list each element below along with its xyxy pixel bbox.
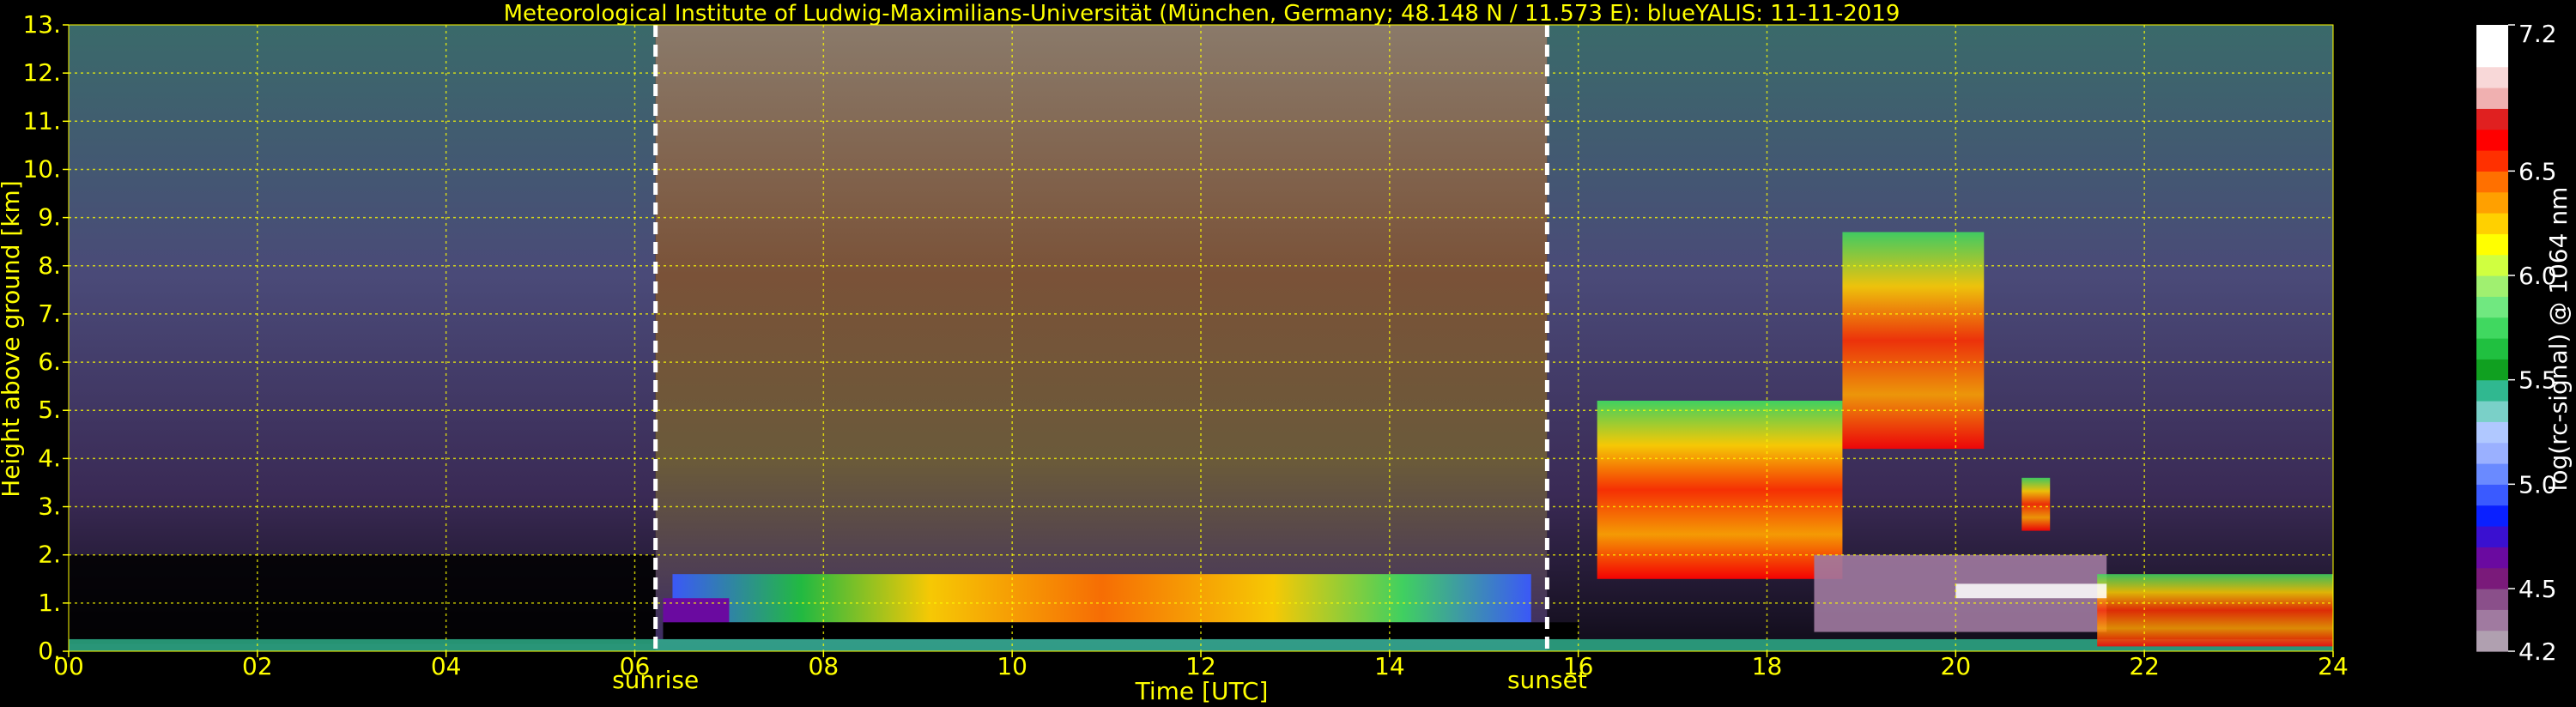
y-tick-label: 7.: [38, 299, 61, 328]
colorbar-segment: [2476, 484, 2508, 506]
colorbar-tick-label: 7.2: [2518, 20, 2557, 48]
x-tick-label: 18: [1752, 652, 1783, 680]
y-tick-label: 11.: [22, 106, 61, 135]
cloud-patch: [2021, 477, 2051, 531]
y-tick-label: 8.: [38, 251, 61, 280]
x-tick-label: 08: [809, 652, 839, 680]
colorbar-tick-label: 6.5: [2518, 157, 2557, 185]
colorbar-segment: [2476, 25, 2508, 46]
cloud-layer-2: [1842, 232, 1985, 450]
x-tick-label: 24: [2318, 652, 2349, 680]
y-tick-label: 4.: [38, 444, 61, 472]
thin-layer: [1955, 583, 2107, 599]
late-low-cloud: [2097, 574, 2333, 647]
cloud-layer-1: [1597, 401, 1843, 579]
colorbar-segment: [2476, 547, 2508, 569]
y-axis: 0. 1. 2. 3. 4. 5. 6. 7. 8. 9. 10. 11. 12. 13.: [22, 10, 69, 665]
x-tick-label: 14: [1374, 652, 1405, 680]
x-axis: 00 02 04 06 08 10 12 14 16 18 20 22 24: [53, 651, 2349, 680]
colorbar-segment: [2476, 317, 2508, 339]
colorbar-segment: [2476, 296, 2508, 318]
y-tick-label: 0.: [38, 637, 61, 665]
y-tick-label: 3.: [38, 492, 61, 521]
colorbar-segment: [2476, 463, 2508, 485]
plot-area: sunrise sunset: [68, 24, 2334, 694]
colorbar-tick-label: 4.2: [2518, 638, 2557, 666]
y-tick-label: 1.: [38, 589, 61, 617]
background-day: [655, 25, 1548, 651]
colorbar-segment: [2476, 589, 2508, 610]
y-tick-label: 5.: [38, 396, 61, 424]
colorbar-segment: [2476, 567, 2508, 589]
y-tick-label: 13.: [22, 10, 61, 39]
y-tick-label: 2.: [38, 541, 61, 569]
colorbar-label: log(rc-signal) @ 1064 nm: [2544, 187, 2573, 492]
y-tick-label: 6.: [38, 347, 61, 376]
colorbar-segment: [2476, 401, 2508, 422]
colorbar-segment: [2476, 505, 2508, 527]
colorbar-segment: [2476, 630, 2508, 652]
y-axis-label: Height above ground [km]: [0, 180, 25, 498]
chart-title: Meteorological Institute of Ludwig-Maxim…: [504, 1, 1900, 27]
y-tick-label: 12.: [22, 58, 61, 87]
colorbar-segment: [2476, 442, 2508, 464]
x-tick-label: 06: [620, 652, 651, 680]
colorbar-segment: [2476, 191, 2508, 214]
colorbar-segment: [2476, 379, 2508, 402]
colorbar-segment: [2476, 66, 2508, 88]
colorbar-segment: [2476, 88, 2508, 109]
colorbar-segment: [2476, 609, 2508, 631]
colorbar-segment: [2476, 129, 2508, 151]
colorbar-segment: [2476, 233, 2508, 256]
x-tick-label: 02: [242, 652, 273, 680]
y-tick-label: 10.: [22, 154, 61, 183]
x-axis-label: Time [UTC]: [1135, 677, 1269, 705]
x-tick-label: 22: [2129, 652, 2160, 680]
colorbar-segment: [2476, 213, 2508, 234]
x-tick-label: 16: [1563, 652, 1594, 680]
x-tick-label: 04: [431, 652, 462, 680]
boundary-layer-aerosol: [672, 574, 1531, 623]
y-tick-label: 9.: [38, 203, 61, 232]
x-tick-label: 10: [997, 652, 1027, 680]
colorbar-segment: [2476, 275, 2508, 297]
colorbar-segment: [2476, 421, 2508, 444]
colorbar-segment: [2476, 254, 2508, 276]
colorbar: [2476, 25, 2508, 652]
colorbar-segment: [2476, 526, 2508, 547]
colorbar-tick-label: 4.5: [2518, 575, 2557, 603]
surface-black-band: [663, 622, 1579, 639]
lidar-chart: sunrise sunset 00 02 04 06 08 10 12 14 16 18 20 22 24…: [0, 1, 2573, 705]
x-tick-label: 20: [1941, 652, 1972, 680]
colorbar-segment: [2476, 150, 2508, 172]
colorbar-segment: [2476, 359, 2508, 381]
colorbar-segment: [2476, 45, 2508, 68]
nocturnal-low-band: [69, 554, 656, 644]
colorbar-segment: [2476, 338, 2508, 360]
colorbar-segment: [2476, 171, 2508, 193]
colorbar-segment: [2476, 108, 2508, 130]
